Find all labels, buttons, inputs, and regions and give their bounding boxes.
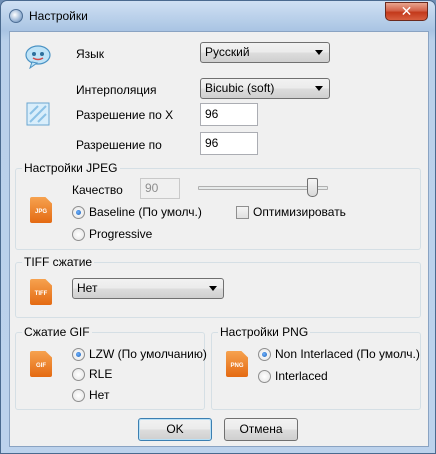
jpeg-baseline-label: Baseline (По умолч.) bbox=[89, 205, 202, 219]
jpeg-progressive-label: Progressive bbox=[89, 227, 153, 241]
language-select[interactable]: Русский bbox=[200, 42, 330, 63]
dialog-body: Язык Русский Интерполяция Bicubic (soft)… bbox=[9, 31, 429, 447]
radio-empty-icon bbox=[72, 367, 85, 381]
tiff-group: TIFF сжатие TIFF Нет bbox=[15, 255, 421, 318]
interpolation-label: Интерполяция bbox=[76, 83, 157, 97]
tiff-group-title: TIFF сжатие bbox=[22, 255, 95, 269]
settings-window: Настройки ✕ Язык Русский Интерполяция Bi… bbox=[0, 0, 436, 454]
png-non-interlaced-radio[interactable]: Non Interlaced (По умолч.) bbox=[258, 347, 420, 361]
interpolation-value: Bicubic (soft) bbox=[205, 81, 275, 95]
jpeg-quality-label: Качество bbox=[72, 183, 123, 197]
gif-group: Сжатие GIF GIF LZW (По умолчанию) RLE Не… bbox=[15, 325, 207, 410]
gif-rle-radio[interactable]: RLE bbox=[72, 367, 112, 381]
jpeg-progressive-radio[interactable]: Progressive bbox=[72, 227, 152, 241]
resolution-y-label: Разрешение по bbox=[76, 138, 162, 152]
resolution-y-input[interactable]: 96 bbox=[200, 132, 258, 155]
checkbox-unchecked-icon bbox=[236, 205, 249, 219]
ok-button[interactable]: OK bbox=[138, 418, 212, 441]
png-non-interlaced-label: Non Interlaced (По умолч.) bbox=[275, 347, 420, 361]
jpeg-file-icon: JPG bbox=[30, 197, 52, 223]
jpeg-optimize-checkbox[interactable]: Оптимизировать bbox=[236, 205, 346, 219]
radio-selected-icon bbox=[258, 347, 271, 361]
png-group: Настройки PNG PNG Non Interlaced (По умо… bbox=[211, 325, 421, 410]
language-label: Язык bbox=[76, 47, 105, 61]
png-interlaced-radio[interactable]: Interlaced bbox=[258, 369, 328, 383]
jpeg-group-title: Настройки JPEG bbox=[22, 161, 120, 175]
language-value: Русский bbox=[205, 45, 250, 59]
jpeg-quality-input[interactable]: 90 bbox=[140, 178, 180, 199]
chevron-down-icon bbox=[315, 86, 323, 91]
jpeg-optimize-label: Оптимизировать bbox=[253, 205, 346, 219]
gif-rle-label: RLE bbox=[89, 367, 113, 381]
png-group-title: Настройки PNG bbox=[218, 325, 311, 339]
radio-selected-icon bbox=[72, 347, 85, 361]
resolution-icon bbox=[26, 102, 50, 126]
gif-lzw-label: LZW (По умолчанию) bbox=[89, 347, 207, 361]
tiff-compression-value: Нет bbox=[77, 281, 98, 295]
gif-lzw-radio[interactable]: LZW (По умолчанию) bbox=[72, 347, 207, 361]
jpeg-baseline-radio[interactable]: Baseline (По умолч.) bbox=[72, 205, 202, 219]
app-icon bbox=[9, 9, 23, 23]
close-button[interactable]: ✕ bbox=[385, 2, 428, 21]
png-interlaced-label: Interlaced bbox=[275, 369, 328, 383]
jpeg-quality-slider-thumb[interactable] bbox=[306, 178, 318, 197]
jpeg-group: Настройки JPEG JPG Качество 90 Baseline … bbox=[15, 161, 421, 250]
title-bar[interactable]: Настройки ✕ bbox=[1, 1, 435, 31]
window-title: Настройки bbox=[29, 9, 88, 23]
radio-empty-icon bbox=[72, 388, 85, 402]
chevron-down-icon bbox=[209, 286, 217, 291]
tiff-compression-select[interactable]: Нет bbox=[72, 278, 224, 299]
resolution-x-label: Разрешение по X bbox=[76, 108, 174, 122]
radio-empty-icon bbox=[258, 369, 271, 383]
chevron-down-icon bbox=[315, 50, 323, 55]
gif-none-radio[interactable]: Нет bbox=[72, 388, 109, 402]
interpolation-select[interactable]: Bicubic (soft) bbox=[200, 78, 330, 99]
gif-file-icon: GIF bbox=[30, 351, 52, 377]
resolution-x-input[interactable]: 96 bbox=[200, 103, 258, 126]
tiff-file-icon: TIFF bbox=[30, 279, 52, 305]
png-file-icon: PNG bbox=[226, 351, 248, 377]
cancel-button[interactable]: Отмена bbox=[224, 418, 298, 441]
radio-empty-icon bbox=[72, 227, 85, 241]
gif-none-label: Нет bbox=[89, 388, 110, 402]
radio-selected-icon bbox=[72, 205, 85, 219]
language-icon bbox=[24, 43, 52, 70]
gif-group-title: Сжатие GIF bbox=[22, 325, 92, 339]
